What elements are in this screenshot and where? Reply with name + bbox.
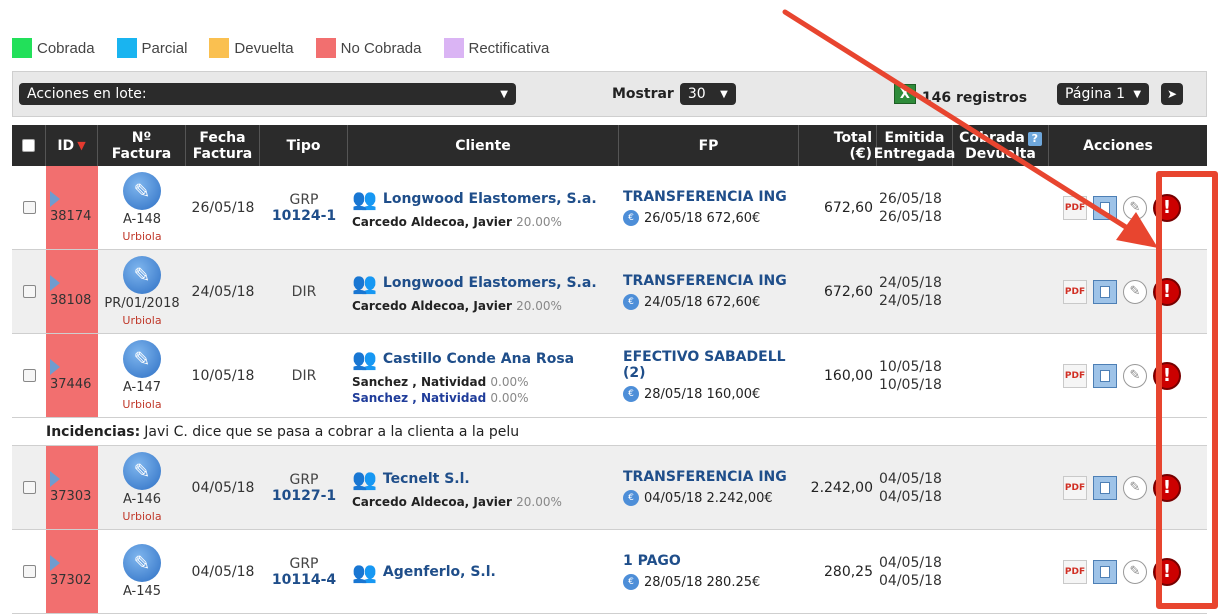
annotation-highlight-box	[1156, 171, 1218, 609]
annotation-arrow	[782, 9, 1158, 248]
